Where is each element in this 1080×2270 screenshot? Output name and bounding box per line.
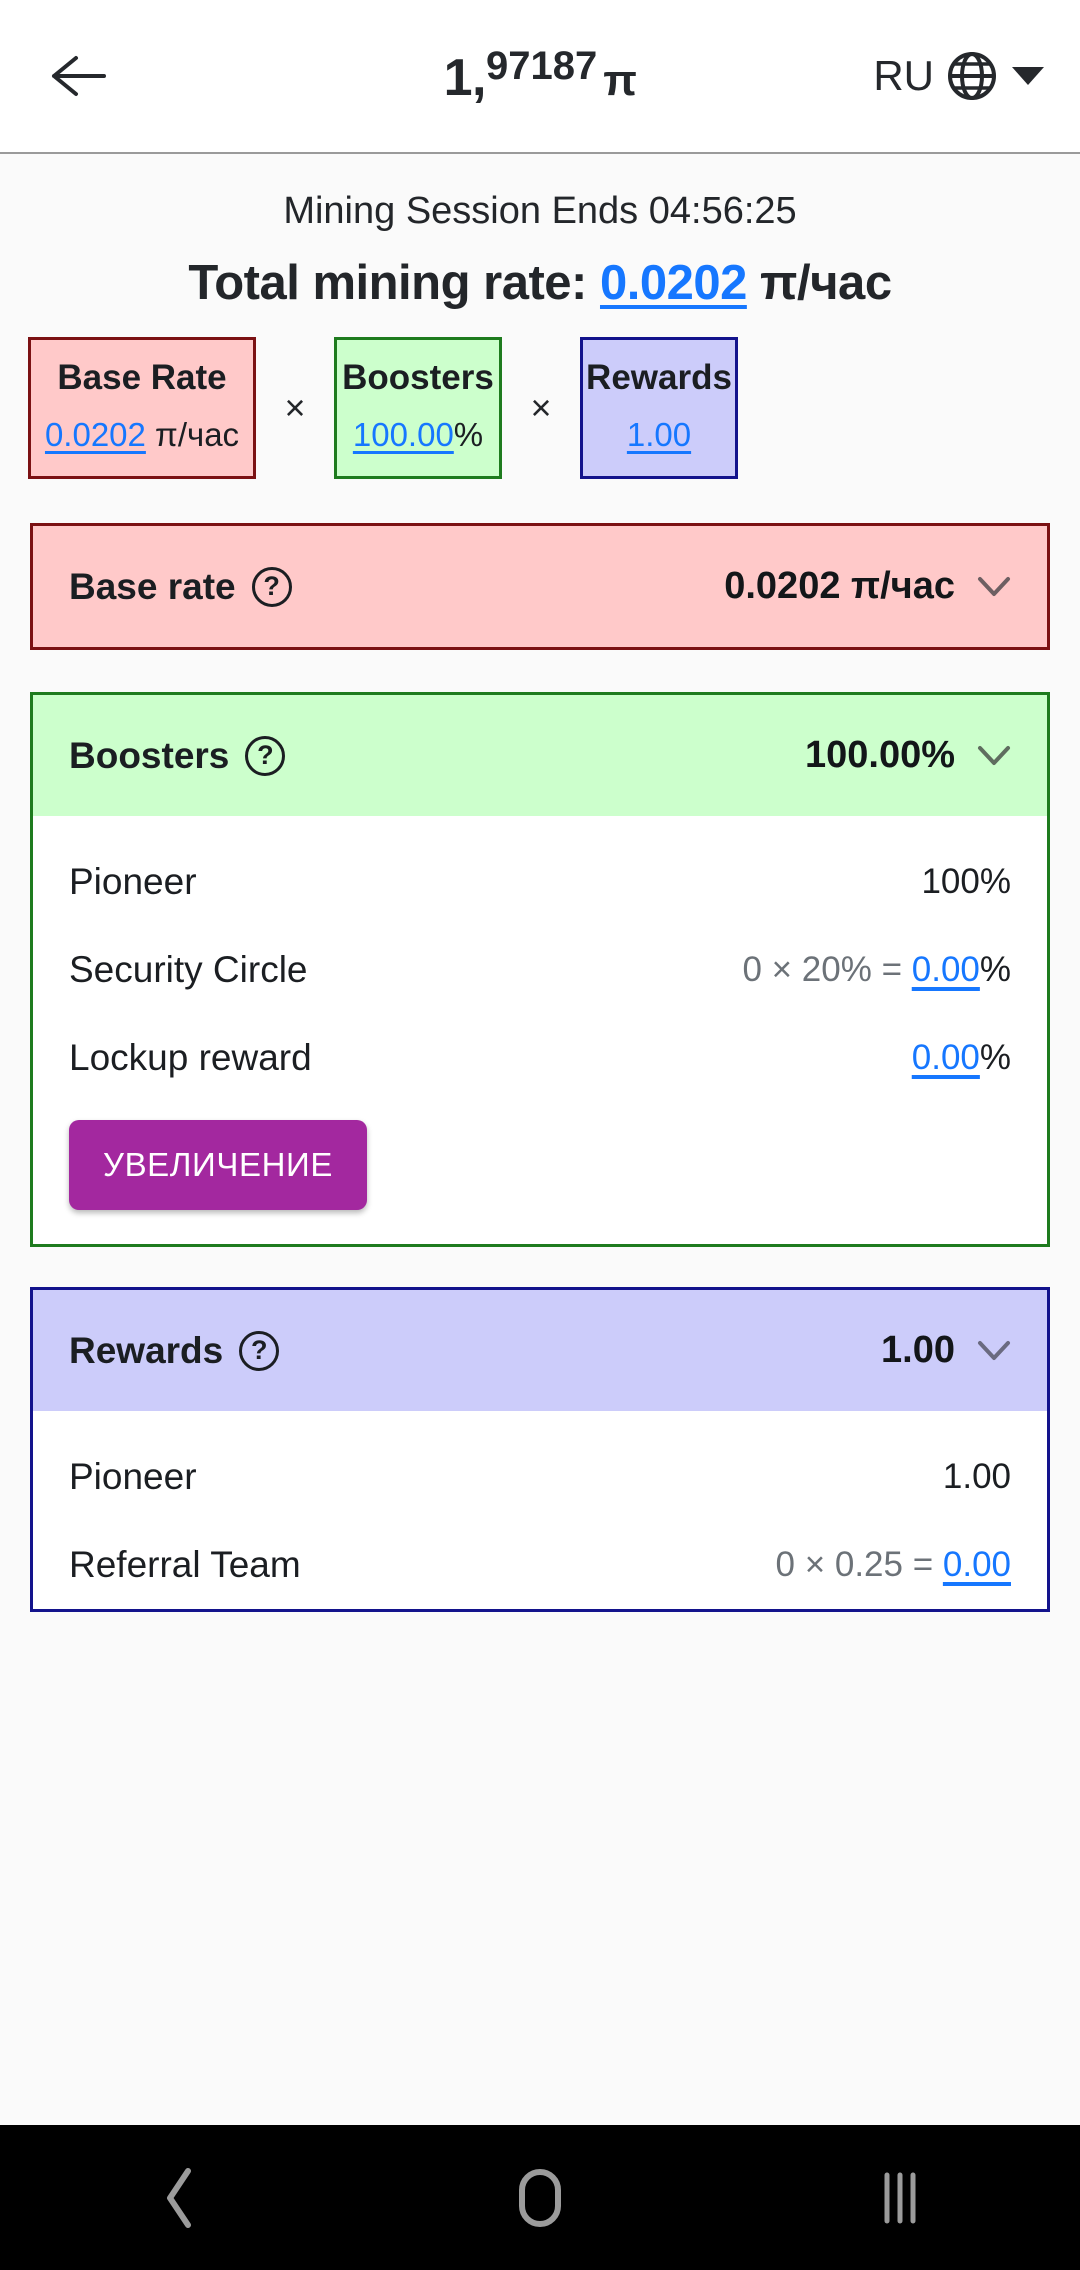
total-mining-rate-value[interactable]: 0.0202 (600, 256, 747, 310)
nav-recents-button[interactable] (720, 2167, 1080, 2229)
formula-box-title: Boosters (342, 358, 494, 397)
language-selector[interactable]: RU (873, 50, 1044, 102)
row-value-number[interactable]: 0.00 (912, 1038, 980, 1077)
row-value-number[interactable]: 0.00 (943, 1545, 1011, 1584)
multiply-symbol-2: × (530, 387, 552, 428)
base-rate-card: Base rate ? 0.0202 π/час (30, 523, 1050, 650)
formula-box-value-link[interactable]: 100.00 (353, 416, 454, 453)
boosters-value-group: 100.00% (805, 734, 1011, 777)
row-label: Pioneer (69, 861, 197, 902)
chevron-down-icon (1012, 67, 1044, 85)
base-rate-header[interactable]: Base rate ? 0.0202 π/час (33, 526, 1047, 647)
formula-box-value: 100.00% (353, 416, 483, 454)
row-value-number: 1.00 (942, 1457, 1011, 1496)
arrow-left-icon (50, 54, 106, 98)
language-code: RU (873, 52, 934, 99)
multiply-symbol-1: × (284, 387, 306, 428)
mining-session-timer: Mining Session Ends 04:56:25 (283, 190, 797, 232)
row-value: 0.00% (912, 1038, 1011, 1078)
formula-box-value-link[interactable]: 0.0202 (45, 416, 146, 453)
chevron-down-icon[interactable] (977, 565, 1011, 608)
rewards-rows: Pioneer 1.00 Referral Team 0 × 0.25 = 0.… (33, 1433, 1047, 1609)
row-value: 0 × 20% = 0.00% (742, 950, 1011, 990)
rewards-value: 1.00 (881, 1329, 955, 1371)
nav-home-button[interactable] (360, 2167, 720, 2229)
boosters-value: 100.00% (804, 734, 955, 776)
row-label: Referral Team (69, 1544, 301, 1585)
increase-button[interactable]: УВЕЛИЧЕНИЕ (69, 1120, 367, 1210)
boosters-title-group: Boosters ? (69, 734, 286, 777)
rewards-value-group: 1.00 (881, 1329, 1011, 1372)
android-nav-bar (0, 2125, 1080, 2270)
question-mark-icon[interactable]: ? (245, 735, 286, 776)
row-label: Security Circle (69, 949, 308, 990)
total-mining-rate: Total mining rate: 0.0202 π/час (0, 255, 1080, 311)
pi-symbol: π (603, 56, 637, 105)
formula-box-value-suffix: % (453, 416, 484, 453)
table-row: Pioneer 1.00 (33, 1433, 1047, 1521)
formula-box-boosters[interactable]: Boosters 100.00% (334, 337, 502, 479)
row-value-prefix: 0 × 0.25 = (775, 1545, 943, 1584)
row-value: 0 × 0.25 = 0.00 (776, 1545, 1012, 1585)
rewards-title: Rewards (69, 1329, 224, 1371)
nav-back-icon (160, 2167, 200, 2229)
row-value-prefix: 0 × 20% = (742, 950, 912, 989)
table-row: Pioneer 100% (33, 838, 1047, 926)
rewards-title-group: Rewards ? (69, 1329, 280, 1372)
table-row: Security Circle 0 × 20% = 0.00% (33, 926, 1047, 1014)
row-value: 1.00 (943, 1457, 1011, 1497)
table-row: Referral Team 0 × 0.25 = 0.00 (33, 1521, 1047, 1609)
row-value-suffix: % (979, 950, 1011, 989)
formula-box-title: Rewards (586, 358, 732, 397)
balance-fraction: 97187 (485, 44, 598, 88)
nav-back-button[interactable] (0, 2167, 360, 2229)
total-mining-rate-label: Total mining rate: (188, 256, 587, 310)
balance-integer: 1, (443, 49, 487, 107)
nav-recents-icon (877, 2167, 923, 2229)
chevron-down-icon[interactable] (977, 1329, 1011, 1372)
boosters-header[interactable]: Boosters ? 100.00% (33, 695, 1047, 816)
row-value-number[interactable]: 0.00 (912, 950, 980, 989)
boosters-card: Boosters ? 100.00% Pioneer 100% Security… (30, 692, 1050, 1247)
boosters-title: Boosters (69, 734, 230, 776)
formula-row: Base Rate 0.0202 π/час × Boosters 100.00… (28, 337, 1080, 479)
row-value-number: 100% (921, 862, 1011, 901)
formula-box-base-rate[interactable]: Base Rate 0.0202 π/час (28, 337, 256, 479)
chevron-down-icon[interactable] (977, 734, 1011, 777)
base-rate-title-group: Base rate ? (69, 566, 292, 608)
formula-box-value: 1.00 (627, 416, 691, 454)
row-value: 100% (921, 862, 1011, 902)
base-rate-value-group: 0.0202 π/час (724, 565, 1011, 608)
boosters-rows: Pioneer 100% Security Circle 0 × 20% = 0… (33, 838, 1047, 1244)
formula-box-value-link[interactable]: 1.00 (627, 416, 691, 453)
base-rate-title: Base rate (69, 565, 236, 607)
formula-box-value: 0.0202 π/час (45, 416, 239, 454)
base-rate-value: 0.0202 π/час (724, 565, 955, 607)
formula-box-value-suffix: π/час (145, 416, 240, 453)
rewards-header[interactable]: Rewards ? 1.00 (33, 1290, 1047, 1411)
row-label: Pioneer (69, 1456, 197, 1497)
formula-box-title: Base Rate (57, 358, 227, 397)
globe-icon (946, 50, 998, 102)
app-bar: 1,97187 π RU (0, 0, 1080, 154)
row-label: Lockup reward (69, 1037, 312, 1078)
row-value-suffix: % (979, 1038, 1011, 1077)
table-row: Lockup reward 0.00% (33, 1014, 1047, 1102)
question-mark-icon[interactable]: ? (251, 566, 292, 607)
formula-box-rewards[interactable]: Rewards 1.00 (580, 337, 738, 479)
boosters-button-wrap: УВЕЛИЧЕНИЕ (33, 1102, 1047, 1244)
question-mark-icon[interactable]: ? (239, 1330, 280, 1371)
rewards-card: Rewards ? 1.00 Pioneer 1.00 Referral Tea… (30, 1287, 1050, 1612)
nav-home-icon (516, 2167, 564, 2229)
total-mining-rate-unit: π/час (759, 256, 892, 310)
page-content: Mining Session Ends 04:56:25 Total minin… (0, 154, 1080, 2125)
back-button[interactable] (36, 34, 120, 118)
